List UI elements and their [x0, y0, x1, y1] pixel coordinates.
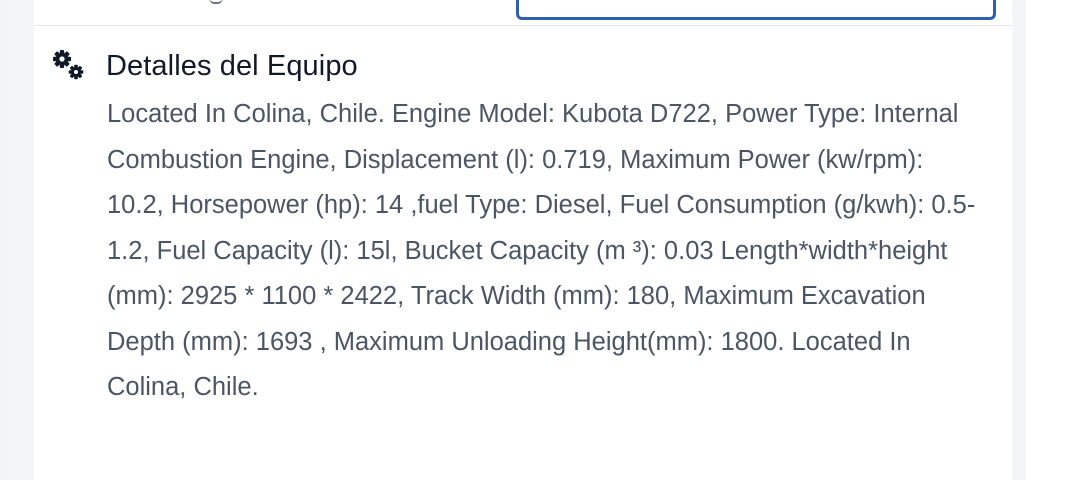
- truncated-label-fragment: [209, 0, 223, 4]
- focused-input-field[interactable]: [516, 0, 996, 20]
- card-content: Detalles del Equipo Located In Colina, C…: [34, 0, 1012, 480]
- gears-icon: [50, 46, 90, 86]
- equipment-description: Located In Colina, Chile. Engine Model: …: [107, 100, 976, 401]
- form-row-top: [34, 0, 1012, 26]
- page-background-right: [1026, 0, 1086, 480]
- page-background-left: [0, 0, 12, 480]
- listing-card: Detalles del Equipo Located In Colina, C…: [12, 0, 1026, 480]
- section-header: Detalles del Equipo: [50, 46, 1000, 86]
- equipment-details-section: Detalles del Equipo Located In Colina, C…: [50, 46, 1000, 411]
- section-title: Detalles del Equipo: [106, 49, 358, 82]
